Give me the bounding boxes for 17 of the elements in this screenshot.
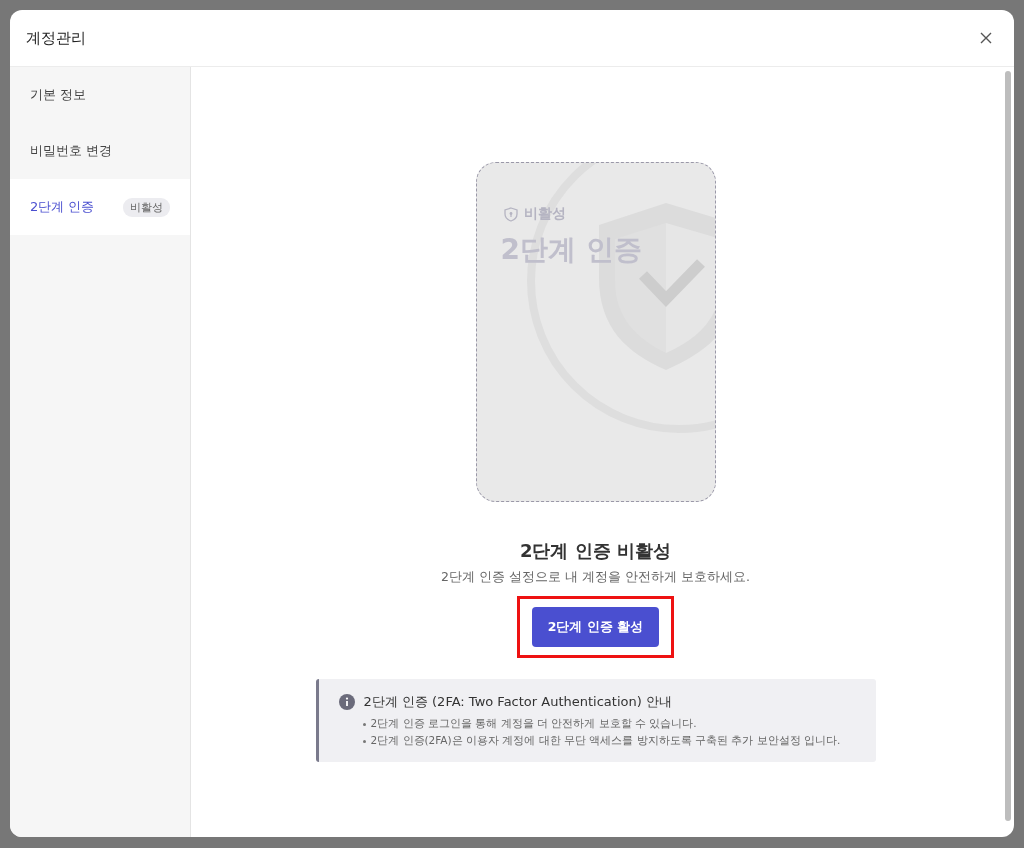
shield-lock-icon — [503, 206, 518, 222]
sidebar-item[interactable]: 비밀번호 변경 — [10, 123, 190, 179]
close-icon — [980, 32, 992, 44]
info-text: 2단계 인증 로그인을 통해 계정을 더 안전하게 보호할 수 있습니다. — [370, 717, 697, 731]
info-title: 2단계 인증 (2FA: Two Factor Authentication) 안내 — [363, 693, 672, 711]
status-title: 2단계 인증 비활성 — [519, 539, 672, 563]
sidebar-item[interactable]: 기본 정보 — [10, 67, 190, 123]
info-icon — [338, 694, 355, 710]
info-text: 2단계 인증(2FA)은 이용자 계정에 대한 무단 액세스를 방지하도록 구축된 추가 보안설정 입니다. — [370, 734, 841, 748]
status-description: 2단계 인증 설정으로 내 계정을 안전하게 보호하세요. — [441, 569, 750, 586]
bullet-icon — [362, 722, 366, 726]
sidebar-item[interactable]: 2단계 인증 비활성 — [10, 179, 190, 235]
scrollbar[interactable] — [1005, 71, 1011, 821]
status-badge: 비활성 — [123, 197, 170, 217]
dialog-title: 계정관리 — [26, 28, 86, 48]
activate-button[interactable]: 2단계 인증 활성 — [531, 607, 660, 647]
bullet-icon — [362, 739, 366, 743]
